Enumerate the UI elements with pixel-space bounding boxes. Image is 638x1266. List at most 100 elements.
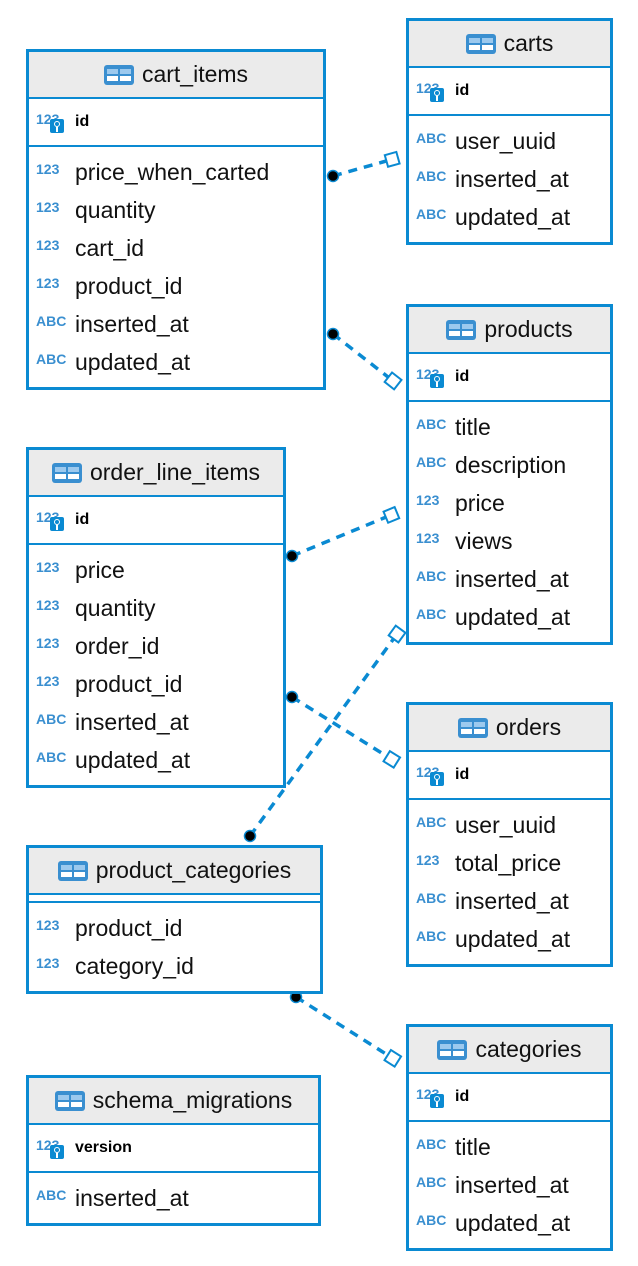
column-name: product_id <box>75 914 183 941</box>
column-name: product_id <box>75 670 183 697</box>
number-type-icon: 123 <box>416 366 449 388</box>
column-row[interactable]: 123 quantity <box>29 191 323 229</box>
table-header[interactable]: orders <box>409 705 610 752</box>
column-row[interactable]: ABC updated_at <box>409 598 610 636</box>
foreign-key-dot-icon <box>326 327 340 341</box>
column-row[interactable]: 123 product_id <box>29 909 320 947</box>
foreign-key-dot-icon <box>326 169 340 183</box>
column-name: id <box>75 113 90 130</box>
table-header[interactable]: schema_migrations <box>29 1078 318 1125</box>
column-row[interactable]: 123 order_id <box>29 627 283 665</box>
column-name: id <box>455 82 470 99</box>
column-row[interactable]: ABC inserted_at <box>409 882 610 920</box>
table-cart-items[interactable]: cart_items 123 id 123 price_when_carted 123 qu… <box>26 49 326 390</box>
column-name: inserted_at <box>75 1184 189 1211</box>
key-icon <box>430 1094 444 1108</box>
table-header[interactable]: carts <box>409 21 610 68</box>
table-categories[interactable]: categories 123 id ABC title ABC inserted_at ABC… <box>406 1024 613 1251</box>
column-row[interactable]: 123 category_id <box>29 947 320 985</box>
relation-order-line-items-product-id[interactable] <box>285 505 401 563</box>
column-row[interactable]: 123 quantity <box>29 589 283 627</box>
column-row[interactable]: ABC user_uuid <box>409 122 610 160</box>
column-row[interactable]: ABC inserted_at <box>29 1179 318 1217</box>
table-header[interactable]: cart_items <box>29 52 323 99</box>
column-row[interactable]: 123 product_id <box>29 665 283 703</box>
column-name: title <box>455 413 491 440</box>
column-row[interactable]: 123 price <box>409 484 610 522</box>
column-row[interactable]: ABC updated_at <box>29 741 283 779</box>
text-type-icon: ABC <box>416 206 447 222</box>
table-name: cart_items <box>141 61 249 87</box>
number-type-icon: 123 <box>36 673 60 689</box>
table-orders[interactable]: orders 123 id ABC user_uuid 123 total_price ABC… <box>406 702 613 967</box>
table-header[interactable]: products <box>409 307 610 354</box>
column-name: order_id <box>75 632 160 659</box>
table-order-line-items[interactable]: order_line_items 123 id 123 price 123 quantity… <box>26 447 286 788</box>
column-row[interactable]: 123 price_when_carted <box>29 153 323 191</box>
column-row[interactable]: ABC updated_at <box>409 920 610 958</box>
key-icon <box>430 374 444 388</box>
table-header[interactable]: categories <box>409 1027 610 1074</box>
column-row[interactable]: ABC inserted_at <box>409 1166 610 1204</box>
column-row[interactable]: ABC inserted_at <box>409 560 610 598</box>
number-type-icon: 123 <box>416 1086 449 1108</box>
number-type-icon: 123 <box>36 275 60 291</box>
column-row[interactable]: 123 price <box>29 551 283 589</box>
relation-line <box>291 511 397 558</box>
primary-key-row[interactable]: 123 id <box>409 354 610 402</box>
column-row[interactable]: ABC updated_at <box>29 343 323 381</box>
text-type-icon: ABC <box>416 416 447 432</box>
table-name: carts <box>503 30 554 56</box>
column-list: ABC title ABC description 123 price 123 views AB… <box>409 402 610 642</box>
column-row[interactable]: ABC title <box>409 1128 610 1166</box>
primary-key-row[interactable]: 123 version <box>29 1125 318 1173</box>
relation-cart-items-product-id[interactable] <box>326 327 403 391</box>
column-row[interactable]: ABC updated_at <box>409 1204 610 1242</box>
column-name: id <box>455 368 470 385</box>
table-header[interactable]: product_categories <box>29 848 320 895</box>
column-row[interactable]: ABC description <box>409 446 610 484</box>
primary-key-row[interactable]: 123 id <box>29 99 323 147</box>
number-type-icon: 123 <box>36 161 60 177</box>
column-row[interactable]: ABC title <box>409 408 610 446</box>
primary-key-row[interactable]: 123 id <box>409 1074 610 1122</box>
text-type-icon: ABC <box>416 1174 447 1190</box>
table-carts[interactable]: carts 123 id ABC user_uuid ABC inserted_at ABC u… <box>406 18 613 245</box>
column-name: inserted_at <box>455 165 569 192</box>
text-type-icon: ABC <box>416 130 447 146</box>
relation-order-line-items-order-id[interactable] <box>285 690 402 769</box>
column-name: title <box>455 1133 491 1160</box>
primary-key-section <box>29 895 320 903</box>
column-row[interactable]: ABC updated_at <box>409 198 610 236</box>
column-row[interactable]: 123 views <box>409 522 610 560</box>
text-type-icon: ABC <box>416 1136 447 1152</box>
column-row[interactable]: 123 total_price <box>409 844 610 882</box>
table-name: order_line_items <box>89 459 261 485</box>
column-name: updated_at <box>455 1209 571 1236</box>
column-row[interactable]: 123 product_id <box>29 267 323 305</box>
primary-key-row[interactable]: 123 id <box>409 68 610 116</box>
number-type-icon: 123 <box>36 635 60 651</box>
table-products[interactable]: products 123 id ABC title ABC description 123 pr… <box>406 304 613 645</box>
table-icon <box>57 860 88 881</box>
table-icon <box>54 1090 85 1111</box>
relation-product-categories-category-id[interactable] <box>289 990 403 1068</box>
column-row[interactable]: ABC inserted_at <box>29 703 283 741</box>
key-icon <box>50 119 64 133</box>
relation-cart-items-cart-id[interactable] <box>326 150 401 183</box>
column-name: product_id <box>75 272 183 299</box>
table-header[interactable]: order_line_items <box>29 450 283 497</box>
table-name: schema_migrations <box>92 1087 293 1113</box>
number-type-icon: 123 <box>416 852 440 868</box>
table-schema-migrations[interactable]: schema_migrations 123 version ABC inserted_a… <box>26 1075 321 1226</box>
text-type-icon: ABC <box>416 606 447 622</box>
column-row[interactable]: ABC user_uuid <box>409 806 610 844</box>
table-product-categories[interactable]: product_categories 123 product_id 123 catego… <box>26 845 323 994</box>
column-row[interactable]: 123 cart_id <box>29 229 323 267</box>
column-row[interactable]: ABC inserted_at <box>409 160 610 198</box>
key-icon <box>50 1145 64 1159</box>
primary-key-row[interactable]: 123 id <box>409 752 610 800</box>
primary-key-row[interactable]: 123 id <box>29 497 283 545</box>
column-row[interactable]: ABC inserted_at <box>29 305 323 343</box>
column-list: ABC user_uuid ABC inserted_at ABC updated_at <box>409 116 610 242</box>
